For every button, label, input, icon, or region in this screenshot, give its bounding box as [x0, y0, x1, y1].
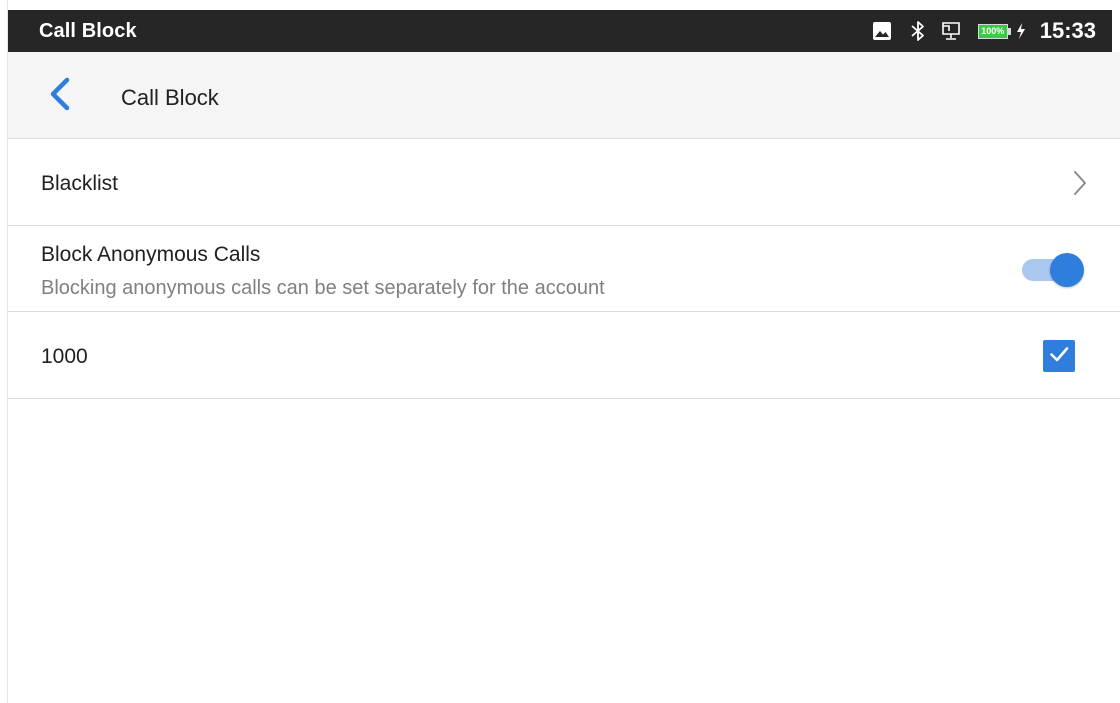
- back-button[interactable]: [42, 77, 78, 116]
- screen-icon: [940, 20, 962, 42]
- checkmark-icon: [1048, 343, 1070, 370]
- blacklist-row[interactable]: Blacklist: [8, 139, 1120, 226]
- account-checkbox[interactable]: [1043, 340, 1075, 372]
- account-label: 1000: [41, 345, 88, 368]
- app-bar: Call Block: [8, 52, 1120, 139]
- chevron-left-icon: [48, 77, 72, 116]
- block-anonymous-row: Block Anonymous Calls Blocking anonymous…: [8, 226, 1120, 312]
- block-anonymous-label: Block Anonymous Calls: [41, 243, 261, 266]
- status-bar-title: Call Block: [39, 20, 137, 42]
- chevron-right-icon: [1072, 169, 1088, 202]
- status-icons: 100% 15:33: [872, 10, 1096, 52]
- bluetooth-icon: [910, 19, 926, 43]
- blacklist-label: Blacklist: [41, 172, 119, 195]
- account-row[interactable]: 1000: [8, 312, 1120, 399]
- status-bar: Call Block 100% 15:33: [8, 10, 1112, 52]
- settings-content: Call Block 100% 15:33 Call Block Blackli…: [8, 0, 1120, 703]
- battery-tip: [1007, 27, 1011, 35]
- battery-level: 100%: [977, 23, 1008, 39]
- toggle-thumb: [1050, 253, 1084, 287]
- status-time: 15:33: [1039, 18, 1096, 43]
- screen: Call Block 100% 15:33 Call Block Blackli…: [0, 0, 1120, 703]
- page-title: Call Block: [121, 85, 219, 110]
- block-anonymous-description: Blocking anonymous calls can be set sepa…: [41, 277, 605, 299]
- battery-icon: 100%: [977, 23, 1011, 39]
- block-anonymous-toggle[interactable]: [1020, 252, 1090, 288]
- image-icon: [872, 21, 892, 41]
- left-edge: [0, 0, 8, 703]
- charging-icon: [1016, 23, 1026, 39]
